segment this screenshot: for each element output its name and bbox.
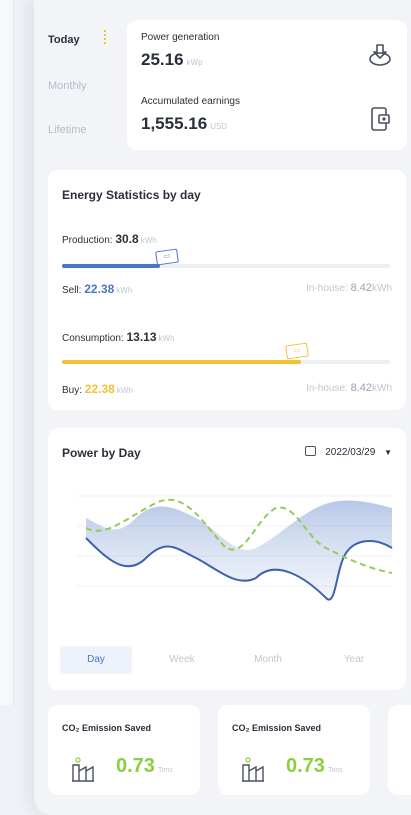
consumption-row: Consumption: 13.13 kWh bbox=[62, 330, 175, 344]
consumption-bar bbox=[62, 360, 390, 364]
consumption-bar-fill bbox=[62, 360, 302, 364]
power-by-day-card: Power by Day 2022/03/29 ▼ Day Week Month… bbox=[48, 428, 406, 690]
production-value: 30.8 bbox=[115, 232, 139, 246]
generation-unit: kWp bbox=[186, 58, 203, 67]
summary-card: Power generation 25.16 kWp Accumulated ea… bbox=[127, 20, 407, 150]
tab-week[interactable]: Week bbox=[146, 646, 218, 674]
period-tabs: Today Monthly Lifetime bbox=[40, 0, 122, 160]
consumption-value: 13.13 bbox=[126, 330, 157, 344]
energy-stats-card: Energy Statistics by day Production: 30.… bbox=[48, 170, 406, 410]
sell-value: 22.38 bbox=[84, 282, 115, 296]
chevron-down-icon: ▼ bbox=[384, 448, 392, 457]
tab-day[interactable]: Day bbox=[60, 646, 132, 674]
selected-date: 2022/03/29 bbox=[325, 447, 376, 458]
co2-title: CO₂ Emission Saved bbox=[232, 723, 322, 733]
co2-title: CO₂ Emission Saved bbox=[62, 723, 152, 733]
earnings-value: 1,555.16 USD bbox=[141, 114, 228, 133]
factory-icon bbox=[242, 757, 264, 782]
tab-monthly[interactable]: Monthly bbox=[48, 80, 87, 92]
power-chart bbox=[76, 495, 393, 601]
tab-month[interactable]: Month bbox=[232, 646, 304, 674]
generation-value: 25.16 kWp bbox=[141, 50, 203, 69]
co2-card-partial bbox=[388, 705, 411, 795]
energy-stats-title: Energy Statistics by day bbox=[62, 188, 201, 202]
calendar-icon bbox=[305, 446, 317, 456]
tab-year[interactable]: Year bbox=[318, 646, 390, 674]
active-tab-marker bbox=[104, 30, 107, 44]
date-picker[interactable]: 2022/03/29 ▼ bbox=[305, 446, 392, 458]
tab-today[interactable]: Today bbox=[48, 34, 80, 46]
co2-value: 0.73 Tons bbox=[286, 755, 343, 777]
factory-icon bbox=[72, 757, 94, 782]
power-area bbox=[86, 500, 392, 600]
co2-card: CO₂ Emission Saved 0.73 Tons bbox=[218, 705, 370, 795]
production-marker-icon: ▭ bbox=[155, 248, 179, 266]
generation-label: Power generation bbox=[141, 32, 220, 43]
production-bar-fill bbox=[62, 264, 161, 268]
co2-value: 0.73 Tons bbox=[116, 755, 173, 777]
tab-lifetime[interactable]: Lifetime bbox=[48, 124, 87, 136]
co2-card: CO₂ Emission Saved 0.73 Tons bbox=[48, 705, 200, 795]
consumption-marker-icon: ▭ bbox=[285, 342, 309, 360]
previous-screen-edge bbox=[0, 0, 14, 705]
power-title: Power by Day bbox=[62, 446, 141, 460]
solar-panel-icon bbox=[369, 44, 391, 66]
phone-money-icon bbox=[371, 107, 390, 131]
buy-value: 22.38 bbox=[84, 382, 115, 396]
production-row: Production: 30.8 kWh bbox=[62, 232, 157, 246]
sell-row: Sell: 22.38 kWh bbox=[62, 282, 133, 296]
earnings-unit: USD bbox=[210, 122, 228, 131]
sell-inhouse: In-house: 8.42kWh bbox=[306, 282, 392, 294]
buy-row: Buy: 22.38 kWh bbox=[62, 382, 133, 396]
range-tabs: Day Week Month Year bbox=[60, 646, 394, 674]
production-bar bbox=[62, 264, 390, 268]
earnings-label: Accumulated earnings bbox=[141, 96, 240, 107]
buy-inhouse: In-house: 8.42kWh bbox=[306, 382, 392, 394]
